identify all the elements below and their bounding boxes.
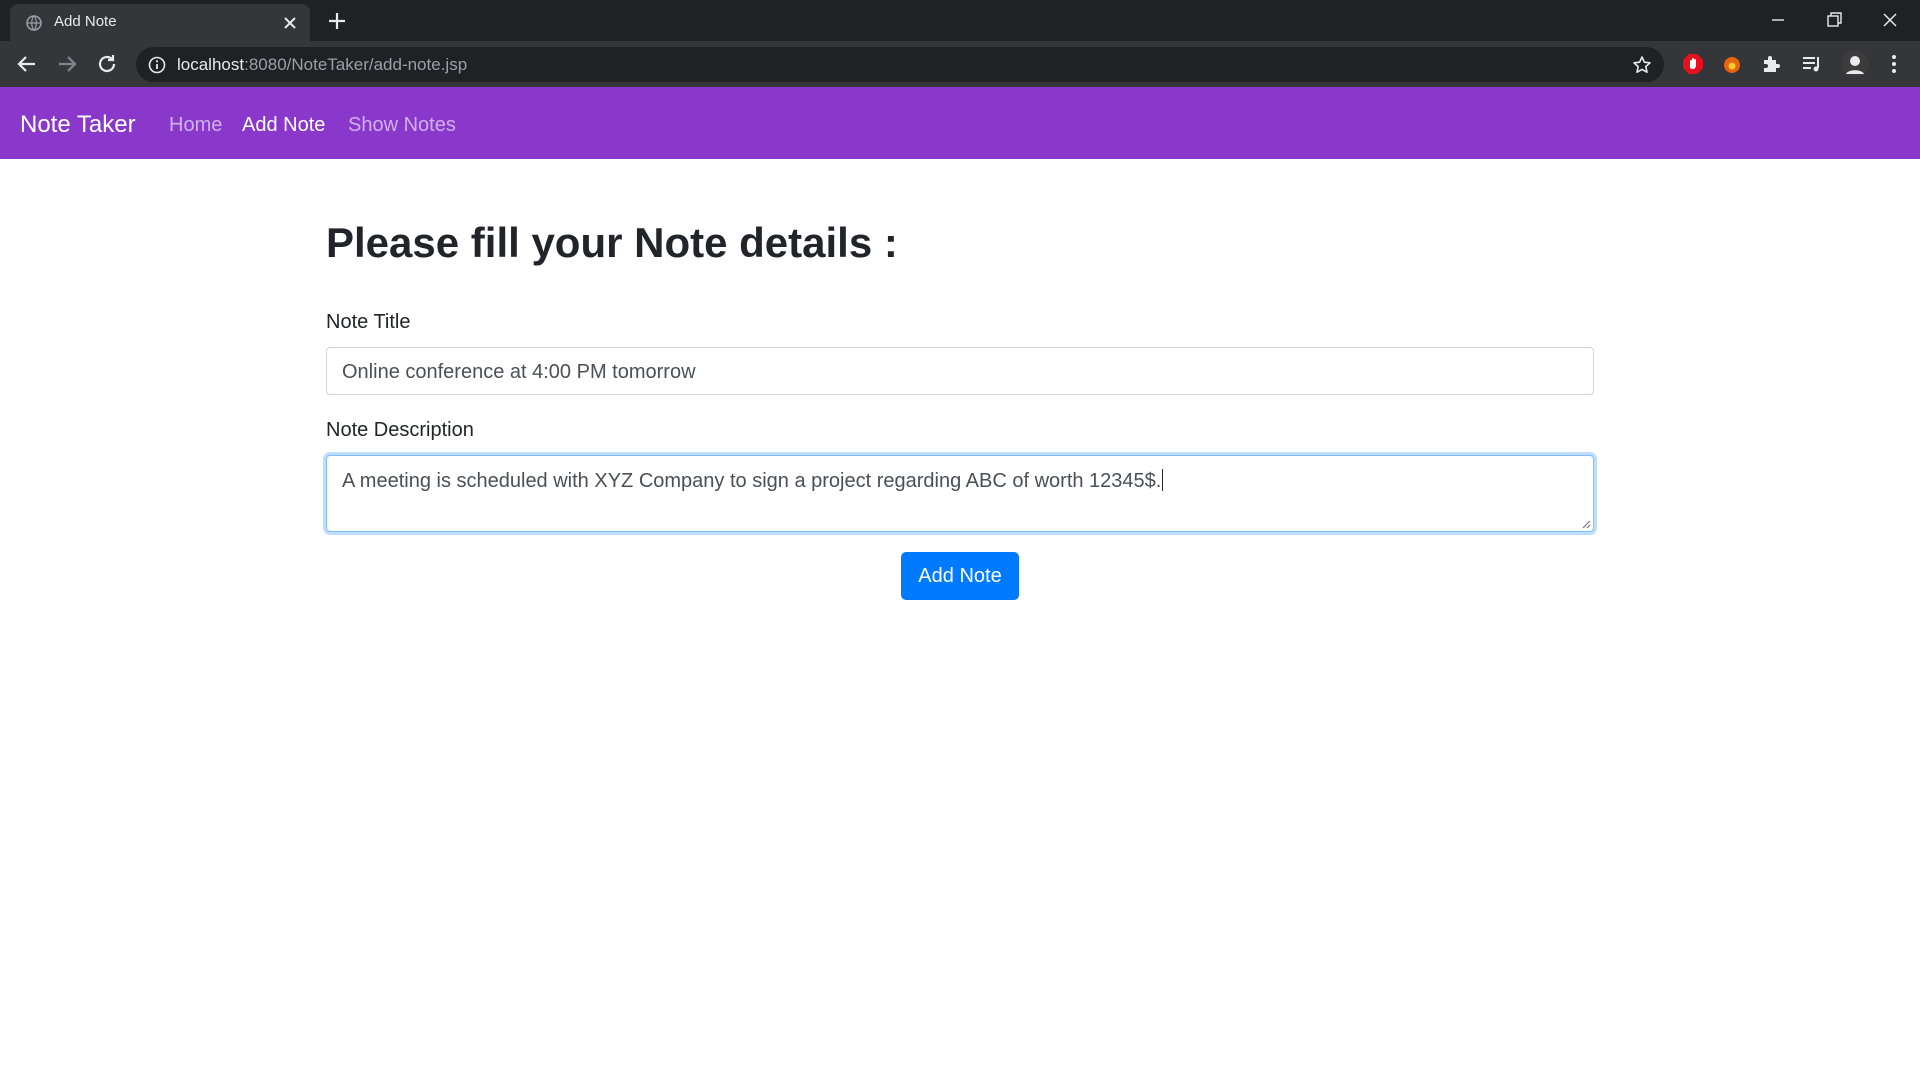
url-path: :8080/NoteTaker/add-note.jsp — [244, 55, 468, 74]
note-title-input[interactable]: Online conference at 4:00 PM tomorrow — [326, 347, 1594, 395]
nav-link-add-note[interactable]: Add Note — [242, 114, 325, 137]
close-tab-icon[interactable] — [280, 13, 300, 33]
browser-toolbar: localhost:8080/NoteTaker/add-note.jsp — [0, 41, 1920, 87]
nav-link-home[interactable]: Home — [169, 114, 222, 137]
add-note-button[interactable]: Add Note — [901, 552, 1019, 600]
note-description-textarea[interactable]: A meeting is scheduled with XYZ Company … — [326, 455, 1594, 532]
url-host: localhost — [177, 55, 245, 74]
forward-icon[interactable] — [55, 52, 79, 76]
more-menu-icon[interactable] — [1882, 52, 1906, 76]
tab-title: Add Note — [54, 13, 117, 30]
resize-grip-icon[interactable] — [1579, 517, 1591, 529]
page-heading: Please fill your Note details : — [326, 219, 898, 266]
address-bar[interactable]: localhost:8080/NoteTaker/add-note.jsp — [136, 47, 1664, 82]
note-title-value: Online conference at 4:00 PM tomorrow — [342, 361, 696, 383]
text-caret — [1162, 469, 1164, 491]
minimize-icon[interactable] — [1766, 8, 1790, 32]
fox-extension-icon[interactable] — [1720, 52, 1744, 76]
browser-tab[interactable]: Add Note — [10, 4, 310, 41]
url-text: localhost:8080/NoteTaker/add-note.jsp — [177, 55, 467, 75]
nav-link-show-notes[interactable]: Show Notes — [348, 114, 456, 137]
bookmark-star-icon[interactable] — [1632, 55, 1652, 75]
globe-icon — [26, 15, 42, 31]
navbar-brand[interactable]: Note Taker — [20, 111, 136, 139]
info-icon[interactable] — [148, 56, 166, 74]
media-playlist-icon[interactable] — [1800, 52, 1824, 76]
restore-icon[interactable] — [1822, 8, 1846, 32]
back-icon[interactable] — [15, 52, 39, 76]
note-description-label: Note Description — [326, 419, 474, 441]
note-title-label: Note Title — [326, 311, 411, 333]
new-tab-icon[interactable] — [326, 10, 348, 32]
browser-tabstrip: Add Note — [0, 0, 1920, 41]
reload-icon[interactable] — [95, 52, 119, 76]
profile-avatar-icon[interactable] — [1840, 49, 1870, 79]
app-navbar: Note Taker Home Add Note Show Notes — [0, 87, 1920, 159]
adblock-extension-icon[interactable] — [1681, 52, 1705, 76]
extensions-puzzle-icon[interactable] — [1760, 52, 1784, 76]
note-description-value: A meeting is scheduled with XYZ Company … — [342, 470, 1162, 492]
close-window-icon[interactable] — [1878, 8, 1902, 32]
